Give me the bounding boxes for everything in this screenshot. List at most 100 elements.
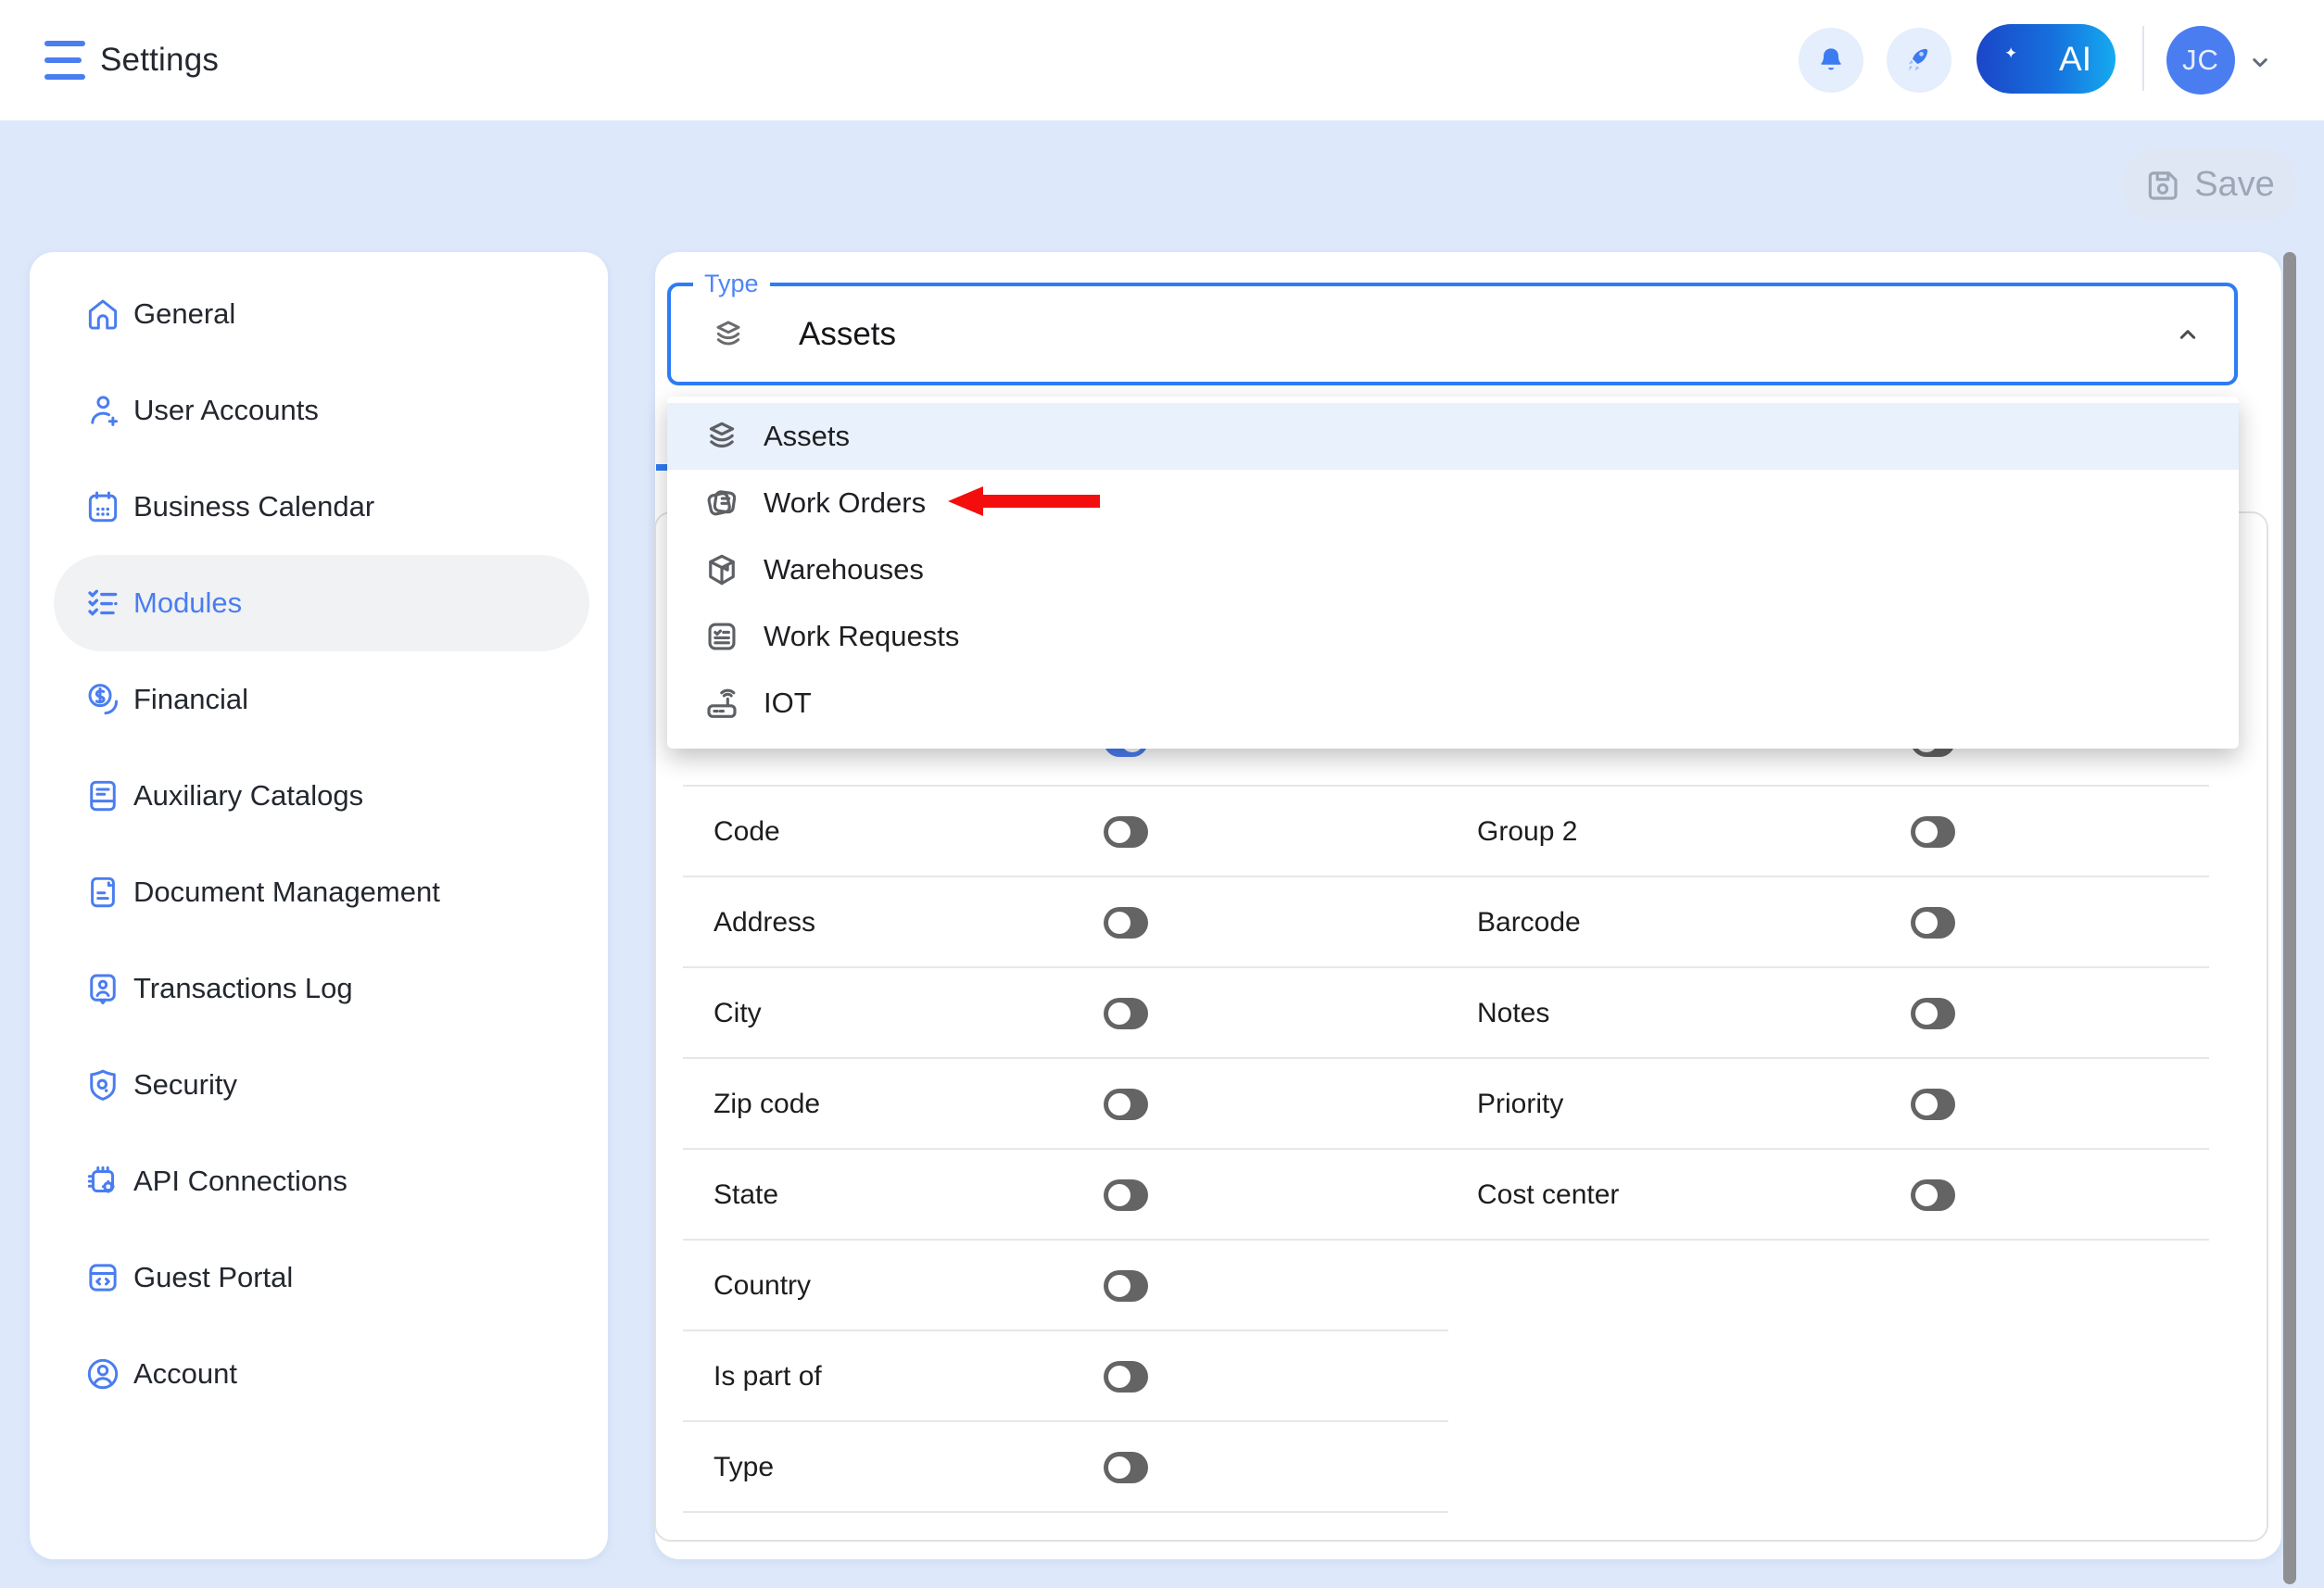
dropdown-option-label: IOT <box>764 687 812 720</box>
browser-icon <box>83 1258 122 1297</box>
sidebar-item-label: Business Calendar <box>133 490 374 523</box>
type-select-value: Assets <box>799 316 896 353</box>
field-label: Code <box>714 816 780 848</box>
sidebar-item-general[interactable]: General <box>54 266 589 362</box>
save-icon <box>2143 166 2182 205</box>
table-row-code-group2: Code Group 2 <box>683 787 2209 877</box>
shield-icon <box>83 1065 122 1104</box>
sidebar-item-modules[interactable]: Modules <box>54 555 589 651</box>
sidebar-item-security[interactable]: Security <box>54 1037 589 1133</box>
document-icon <box>83 873 122 912</box>
avatar[interactable]: JC <box>2166 26 2235 95</box>
sidebar-item-label: Modules <box>133 586 242 620</box>
work-orders-icon <box>702 484 741 523</box>
dropdown-option-label: Work Orders <box>764 486 926 520</box>
layers-icon <box>702 417 741 456</box>
badge-user-icon <box>83 969 122 1008</box>
field-label: Notes <box>1477 998 1549 1029</box>
dropdown-option-label: Assets <box>764 420 850 453</box>
table-row-city-notes: City Notes <box>683 968 2209 1059</box>
sidebar-item-label: Document Management <box>133 876 440 909</box>
ai-assistant-button[interactable]: ✦ AI <box>1977 24 2116 94</box>
menu-icon[interactable] <box>44 41 85 80</box>
field-toggle[interactable] <box>1104 1452 1148 1483</box>
package-icon <box>702 550 741 589</box>
sparkle-icon: ✦ <box>2004 44 2017 63</box>
chevron-down-icon[interactable] <box>2246 48 2274 76</box>
dropdown-option-assets[interactable]: Assets <box>667 403 2239 470</box>
sidebar-item-auxiliary-catalogs[interactable]: Auxiliary Catalogs <box>54 748 589 844</box>
save-button[interactable]: Save <box>2122 148 2296 221</box>
calendar-icon <box>83 487 122 526</box>
settings-sidebar: General User Accounts <box>30 252 608 1559</box>
sidebar-item-api-connections[interactable]: API Connections <box>54 1133 589 1229</box>
field-toggle[interactable] <box>1911 1179 1955 1211</box>
field-toggle[interactable] <box>1911 1089 1955 1120</box>
sidebar-item-label: General <box>133 297 235 331</box>
bell-icon <box>1814 44 1848 77</box>
catalog-icon <box>83 776 122 815</box>
rocket-icon <box>1901 43 1937 78</box>
field-label: Cost center <box>1477 1179 1619 1211</box>
sidebar-item-label: API Connections <box>133 1165 347 1198</box>
field-toggle[interactable] <box>1104 1179 1148 1211</box>
sidebar-item-account[interactable]: Account <box>54 1326 589 1422</box>
vertical-scrollbar[interactable] <box>2283 252 2296 1584</box>
field-label: City <box>714 998 762 1029</box>
request-doc-icon <box>702 617 741 656</box>
layers-icon <box>710 316 747 353</box>
sidebar-item-business-calendar[interactable]: Business Calendar <box>54 459 589 555</box>
notifications-button[interactable] <box>1799 28 1863 93</box>
top-bar: Settings ✦ AI JC <box>0 0 2324 120</box>
user-add-icon <box>83 391 122 430</box>
sidebar-item-label: User Accounts <box>133 394 319 427</box>
sidebar-item-label: Security <box>133 1068 237 1102</box>
field-toggle[interactable] <box>1104 1089 1148 1120</box>
sidebar-item-label: Guest Portal <box>133 1261 293 1294</box>
sidebar-item-label: Auxiliary Catalogs <box>133 779 363 813</box>
dropdown-option-work-requests[interactable]: Work Requests <box>667 603 2239 670</box>
field-toggle[interactable] <box>1911 816 1955 848</box>
field-toggle[interactable] <box>1104 998 1148 1029</box>
dropdown-option-warehouses[interactable]: Warehouses <box>667 536 2239 603</box>
field-toggle[interactable] <box>1911 998 1955 1029</box>
page-title: Settings <box>100 0 219 120</box>
chip-icon <box>83 1162 122 1201</box>
type-dropdown-menu: Assets Work Orders Wareho <box>667 397 2239 749</box>
field-toggle[interactable] <box>1104 1270 1148 1302</box>
field-label: Is part of <box>714 1361 822 1393</box>
sidebar-item-transactions-log[interactable]: Transactions Log <box>54 940 589 1037</box>
whats-new-button[interactable] <box>1887 28 1951 93</box>
sidebar-item-user-accounts[interactable]: User Accounts <box>54 362 589 459</box>
sidebar-item-label: Financial <box>133 683 248 716</box>
field-toggle[interactable] <box>1104 1361 1148 1393</box>
table-row-country: Country <box>683 1241 2209 1331</box>
dropdown-option-label: Warehouses <box>764 553 924 586</box>
table-row-state-costcenter: State Cost center <box>683 1150 2209 1241</box>
coin-icon <box>83 680 122 719</box>
sidebar-item-guest-portal[interactable]: Guest Portal <box>54 1229 589 1326</box>
field-toggle[interactable] <box>1104 907 1148 939</box>
sidebar-item-document-management[interactable]: Document Management <box>54 844 589 940</box>
sidebar-item-label: Account <box>133 1357 237 1391</box>
field-label: Zip code <box>714 1089 820 1120</box>
dropdown-option-work-orders[interactable]: Work Orders <box>667 470 2239 536</box>
table-row-is-part-of: Is part of <box>683 1331 2209 1422</box>
dropdown-option-label: Work Requests <box>764 620 959 653</box>
field-label: Group 2 <box>1477 816 1577 848</box>
field-toggle[interactable] <box>1911 907 1955 939</box>
user-circle-icon <box>83 1355 122 1393</box>
dropdown-option-iot[interactable]: IOT <box>667 670 2239 737</box>
field-toggle[interactable] <box>1104 816 1148 848</box>
checklist-icon <box>83 584 122 623</box>
chevron-up-icon[interactable] <box>2173 320 2203 349</box>
table-row-address-barcode: Address Barcode <box>683 877 2209 968</box>
save-button-label: Save <box>2194 165 2275 205</box>
field-toggle-table: Code Group 2 Address Barcode City Notes … <box>683 696 2209 1513</box>
sidebar-item-financial[interactable]: Financial <box>54 651 589 748</box>
topbar-divider <box>2142 26 2144 91</box>
settings-page: Settings ✦ AI JC <box>0 0 2324 1588</box>
type-select[interactable]: Type Assets <box>667 283 2238 385</box>
field-label: Priority <box>1477 1089 1563 1120</box>
field-label: Type <box>714 1452 774 1483</box>
